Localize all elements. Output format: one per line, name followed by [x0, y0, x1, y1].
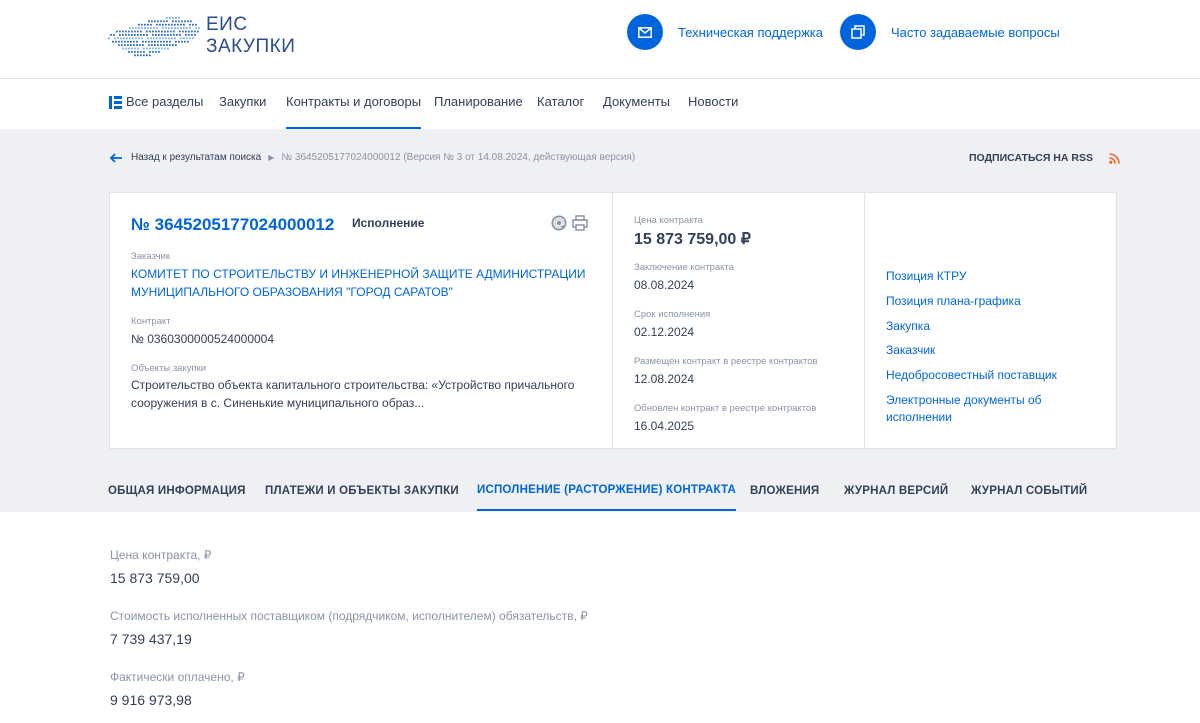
logo-text: ЕИС ЗАКУПКИ — [206, 14, 295, 58]
contract-dates: Цена контракта 15 873 759,00 ₽ Заключени… — [613, 193, 865, 448]
field-executed-cost-label: Стоимость исполненных поставщиком (подря… — [110, 609, 588, 623]
customer-label: Заказчик — [131, 251, 171, 262]
support-link[interactable]: Техническая поддержка — [627, 14, 823, 50]
e-documents-line1: Электронные документы об — [886, 393, 1042, 407]
contract-label: Контракт — [131, 316, 171, 327]
rss-subscribe-link[interactable]: ПОДПИСАТЬСЯ НА RSS — [969, 152, 1120, 164]
term-label: Срок исполнения — [634, 309, 711, 320]
mail-icon — [627, 14, 663, 50]
link-plan-schedule-position[interactable]: Позиция плана-графика — [886, 293, 1021, 310]
nav-item-planning[interactable]: Планирование — [434, 79, 523, 129]
nav-item-contracts[interactable]: Контракты и договоры — [286, 79, 422, 129]
support-label: Техническая поддержка — [678, 24, 823, 40]
customer-name-line1: КОМИТЕТ ПО СТРОИТЕЛЬСТВУ И ИНЖЕНЕРНОЙ ЗА… — [131, 267, 586, 281]
nav-item-documents[interactable]: Документы — [603, 79, 670, 129]
logo[interactable]: ЕИС ЗАКУПКИ — [108, 12, 308, 60]
link-customer[interactable]: Заказчик — [886, 342, 935, 359]
contract-card: № 3645205177024000012 Исполнение Заказчи… — [109, 192, 1117, 449]
posted-value: 12.08.2024 — [634, 372, 695, 386]
tab-general-info[interactable]: ОБЩАЯ ИНФОРМАЦИЯ — [108, 471, 246, 511]
customer-name-line2: МУНИЦИПАЛЬНОГО ОБРАЗОВАНИЯ "ГОРОД САРАТО… — [131, 285, 453, 299]
field-paid-value: 9 916 973,98 — [110, 692, 192, 708]
rss-icon — [1109, 152, 1120, 164]
rss-label: ПОДПИСАТЬСЯ НА RSS — [969, 152, 1093, 164]
updated-value: 16.04.2025 — [634, 419, 695, 433]
faq-label: Часто задаваемые вопросы — [891, 24, 1060, 40]
field-executed-cost-value: 7 739 437,19 — [110, 631, 192, 647]
updated-label: Обновлен контракт в реестре контрактов — [634, 403, 817, 414]
posted-label: Размещен контракт в реестре контрактов — [634, 356, 818, 367]
related-links: Позиция КТРУ Позиция плана-графика Закуп… — [865, 193, 1116, 448]
main-nav: Все разделы Закупки Контракты и договоры… — [0, 79, 1200, 129]
e-documents-line2: исполнении — [886, 410, 952, 424]
objects-label: Объекты закупки — [131, 363, 207, 374]
link-ktru-position[interactable]: Позиция КТРУ — [886, 268, 966, 285]
menu-grid-icon — [109, 95, 122, 109]
print-icon[interactable] — [572, 215, 588, 231]
nav-item-catalog[interactable]: Каталог — [537, 79, 584, 129]
status-badge: Исполнение — [352, 216, 425, 230]
nav-item-news[interactable]: Новости — [688, 79, 738, 129]
tab-event-log[interactable]: ЖУРНАЛ СОБЫТИЙ — [971, 471, 1087, 511]
link-purchase[interactable]: Закупка — [886, 318, 930, 335]
contract-main-info: № 3645205177024000012 Исполнение Заказчи… — [110, 193, 613, 448]
price-label: Цена контракта — [634, 215, 703, 226]
tab-execution-termination[interactable]: ИСПОЛНЕНИЕ (РАСТОРЖЕНИЕ) КОНТРАКТА — [477, 471, 737, 511]
link-e-documents[interactable]: Электронные документы об исполнении — [886, 392, 1042, 426]
tab-payments-objects[interactable]: ПЛАТЕЖИ И ОБЪЕКТЫ ЗАКУПКИ — [265, 471, 459, 511]
field-price-value: 15 873 759,00 — [110, 570, 200, 586]
back-to-results-link[interactable]: Назад к результатам поиска — [131, 152, 261, 163]
price-value: 15 873 759,00 ₽ — [634, 231, 751, 248]
field-paid-label: Фактически оплачено, ₽ — [110, 670, 245, 684]
customer-link[interactable]: КОМИТЕТ ПО СТРОИТЕЛЬСТВУ И ИНЖЕНЕРНОЙ ЗА… — [131, 265, 586, 301]
tab-attachments[interactable]: ВЛОЖЕНИЯ — [750, 471, 819, 511]
tab-version-log[interactable]: ЖУРНАЛ ВЕРСИЙ — [844, 471, 948, 511]
term-value: 02.12.2024 — [634, 325, 695, 339]
nav-all-sections[interactable]: Все разделы — [109, 79, 203, 129]
russia-map-logo — [108, 17, 200, 57]
faq-link[interactable]: Часто задаваемые вопросы — [840, 14, 1060, 50]
field-price-label: Цена контракта, ₽ — [110, 548, 212, 562]
contract-reg-number[interactable]: № 3645205177024000012 — [131, 215, 334, 235]
objects-line2: сооружения в с. Синенькие муниципального… — [131, 396, 425, 410]
objects-value: Строительство объекта капитального строи… — [131, 376, 574, 412]
objects-line1: Строительство объекта капитального строи… — [131, 378, 575, 392]
copy-icon — [840, 14, 876, 50]
arrow-left-icon[interactable] — [109, 152, 123, 163]
breadcrumb: Назад к результатам поиска ▶ № 364520517… — [109, 152, 635, 163]
breadcrumb-separator-icon: ▶ — [268, 153, 275, 162]
breadcrumb-current: № 3645205177024000012 (Версия № 3 от 14.… — [281, 152, 636, 163]
logo-line2: ЗАКУПКИ — [206, 36, 296, 57]
nav-item-purchases[interactable]: Закупки — [219, 79, 266, 129]
conclusion-label: Заключение контракта — [634, 262, 734, 273]
contract-value: № 0360300000524000004 — [131, 332, 275, 346]
site-header: ЕИС ЗАКУПКИ Техническая поддержка Часто … — [0, 0, 1200, 79]
at-icon[interactable] — [551, 215, 567, 231]
card-actions — [551, 215, 588, 231]
conclusion-value: 08.08.2024 — [634, 278, 695, 292]
nav-all-label: Все разделы — [126, 94, 204, 109]
link-unfair-supplier[interactable]: Недобросовестный поставщик — [886, 367, 1057, 384]
logo-line1: ЕИС — [206, 14, 248, 35]
